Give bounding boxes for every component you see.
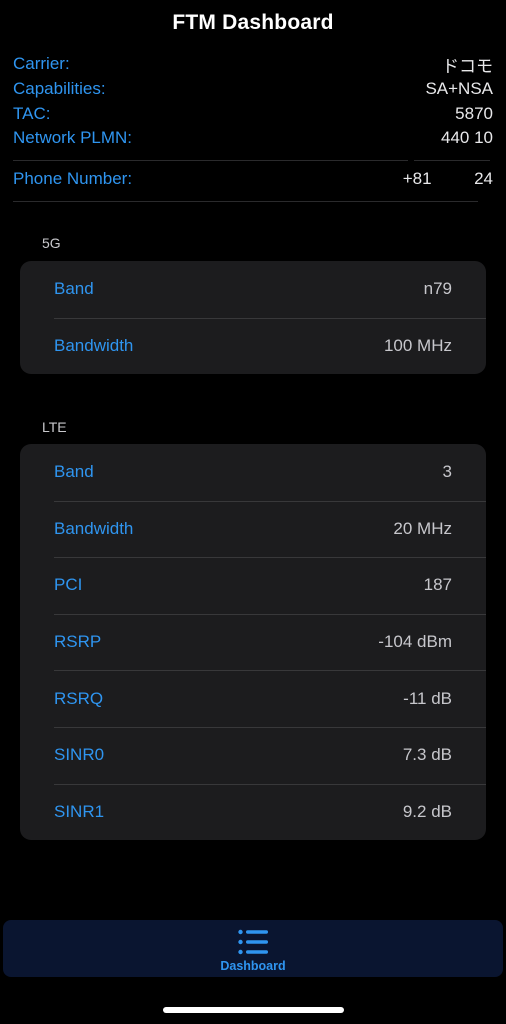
card-lte: Band 3 Bandwidth 20 MHz PCI 187 RSRP -10… — [20, 444, 486, 841]
phone-divider — [13, 201, 490, 202]
card-5g: Band n79 Bandwidth 100 MHz — [20, 261, 486, 375]
tab-dashboard[interactable]: Dashboard — [3, 920, 503, 977]
row-value: 3 — [442, 462, 452, 482]
row-label: SINR1 — [54, 801, 105, 821]
capabilities-label: Capabilities: — [13, 79, 106, 98]
row-lte-sinr0: SINR0 7.3 dB — [20, 726, 486, 784]
info-row-phone: Phone Number: +81 24 — [13, 167, 493, 191]
row-label: Band — [54, 279, 94, 299]
row-value: -11 dB — [403, 688, 452, 708]
row-label: Bandwidth — [54, 335, 134, 355]
info-row-capabilities: Capabilities: SA+NSA — [13, 77, 493, 101]
row-value: 9.2 dB — [402, 801, 452, 821]
redaction-mark — [408, 158, 414, 172]
home-indicator[interactable] — [163, 1007, 344, 1013]
plmn-label: Network PLMN: — [13, 128, 133, 147]
row-value: 100 MHz — [383, 335, 452, 355]
row-lte-rsrq: RSRQ -11 dB — [20, 670, 486, 727]
info-row-tac: TAC: 5870 — [13, 102, 493, 126]
page-title: FTM Dashboard — [172, 11, 334, 34]
phone-label: Phone Number: — [13, 169, 133, 188]
capabilities-value: SA+NSA — [425, 79, 493, 98]
section-header-lte: LTE — [42, 419, 67, 435]
row-label: Bandwidth — [54, 518, 134, 538]
row-label: RSRP — [54, 632, 102, 652]
row-lte-sinr1: SINR1 9.2 dB — [20, 783, 486, 841]
carrier-value: ドコモ — [442, 56, 493, 76]
info-row-plmn: Network PLMN: 440 10 — [13, 126, 493, 150]
row-lte-bandwidth: Bandwidth 20 MHz — [20, 500, 486, 558]
tac-label: TAC: — [13, 104, 51, 123]
phone-value: +81 24 — [402, 169, 493, 188]
redaction-mark — [478, 198, 490, 206]
row-lte-band: Band 3 — [20, 444, 486, 501]
plmn-value: 440 10 — [441, 128, 493, 147]
screen: FTM Dashboard Carrier: ドコモ Capabilities:… — [0, 0, 506, 1024]
list-icon — [237, 929, 268, 955]
row-lte-pci: PCI 187 — [20, 557, 486, 614]
row-value: -104 dBm — [378, 632, 452, 652]
row-label: PCI — [54, 575, 83, 595]
info-divider — [13, 160, 490, 161]
row-lte-rsrp: RSRP -104 dBm — [20, 613, 486, 671]
tac-value: 5870 — [455, 104, 493, 123]
carrier-label: Carrier: — [13, 54, 70, 73]
row-value: 187 — [423, 575, 452, 595]
row-value: 7.3 dB — [402, 745, 452, 765]
row-5g-band: Band n79 — [20, 261, 486, 318]
info-row-carrier: Carrier: ドコモ — [13, 52, 493, 76]
section-header-5g: 5G — [42, 235, 61, 251]
tab-dashboard-label: Dashboard — [220, 959, 286, 973]
row-label: SINR0 — [54, 745, 105, 765]
row-value: n79 — [423, 279, 452, 299]
row-5g-bandwidth: Bandwidth 100 MHz — [20, 317, 486, 375]
row-label: RSRQ — [54, 688, 104, 708]
tab-bar: Dashboard — [3, 920, 503, 977]
row-value: 20 MHz — [393, 518, 452, 538]
row-label: Band — [54, 462, 94, 482]
